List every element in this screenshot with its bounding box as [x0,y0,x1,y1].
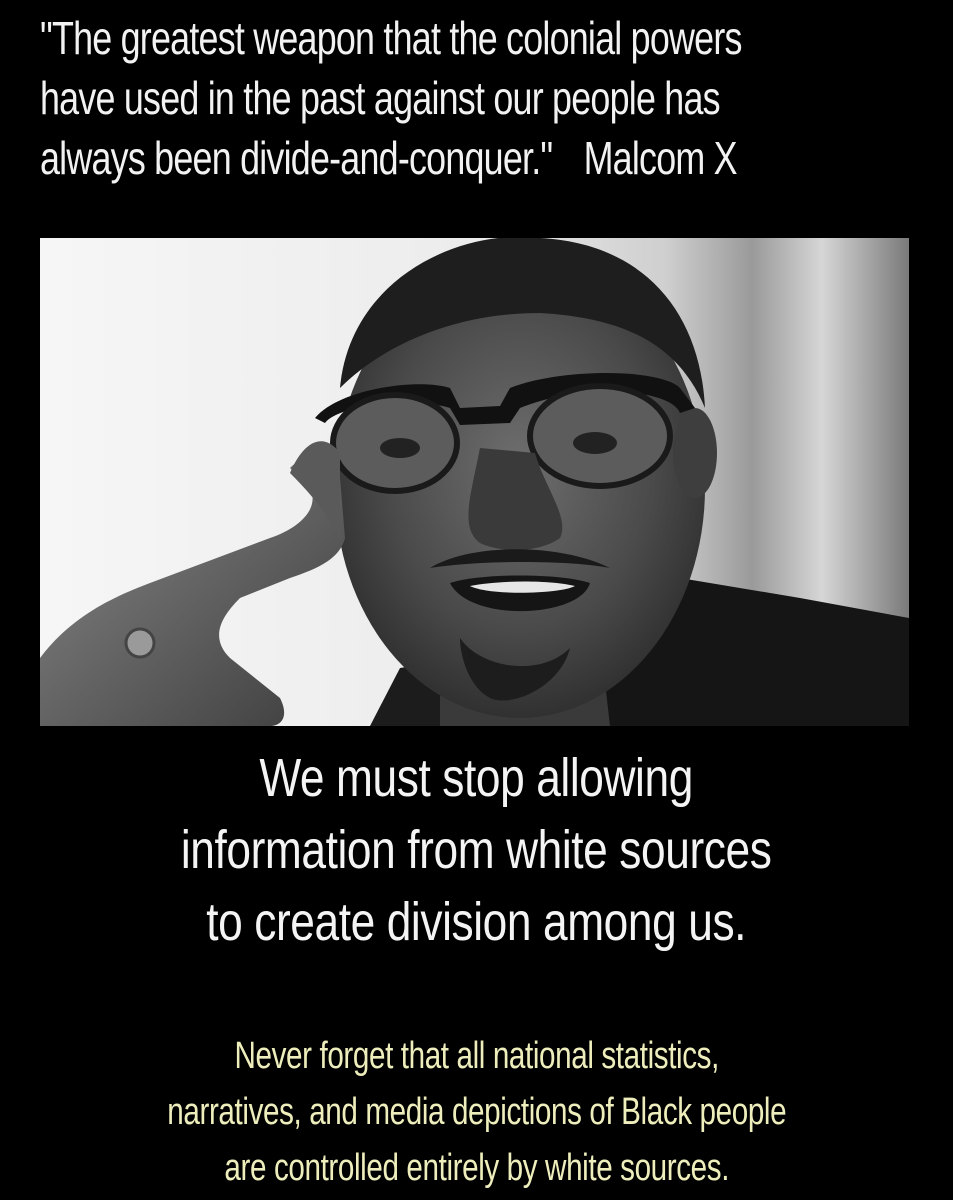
subtext: Never forget that all national statistic… [0,1028,953,1196]
headline-line-1: We must stop allowing [259,748,694,808]
quote-line-3: always been divide-and-conquer." Malcom X [40,128,920,188]
portrait-photo [40,238,909,726]
headline-line-2: information from white sources [181,820,772,880]
quote-line-3-text: always been divide-and-conquer." [40,132,553,184]
subtext-line-1: Never forget that all national statistic… [234,1035,719,1077]
quote-block: "The greatest weapon that the colonial p… [40,8,920,188]
quote-line-2: have used in the past against our people… [40,72,721,124]
headline: We must stop allowing information from w… [0,742,953,958]
subtext-line-2: narratives, and media depictions of Blac… [167,1091,786,1133]
subtext-line-3: are controlled entirely by white sources… [224,1147,729,1189]
quote-attribution: Malcom X [583,132,738,184]
quote-line-1: "The greatest weapon that the colonial p… [40,12,742,64]
headline-line-3: to create division among us. [206,892,747,952]
meme-poster: "The greatest weapon that the colonial p… [0,0,953,1200]
portrait-illustration [40,238,909,726]
